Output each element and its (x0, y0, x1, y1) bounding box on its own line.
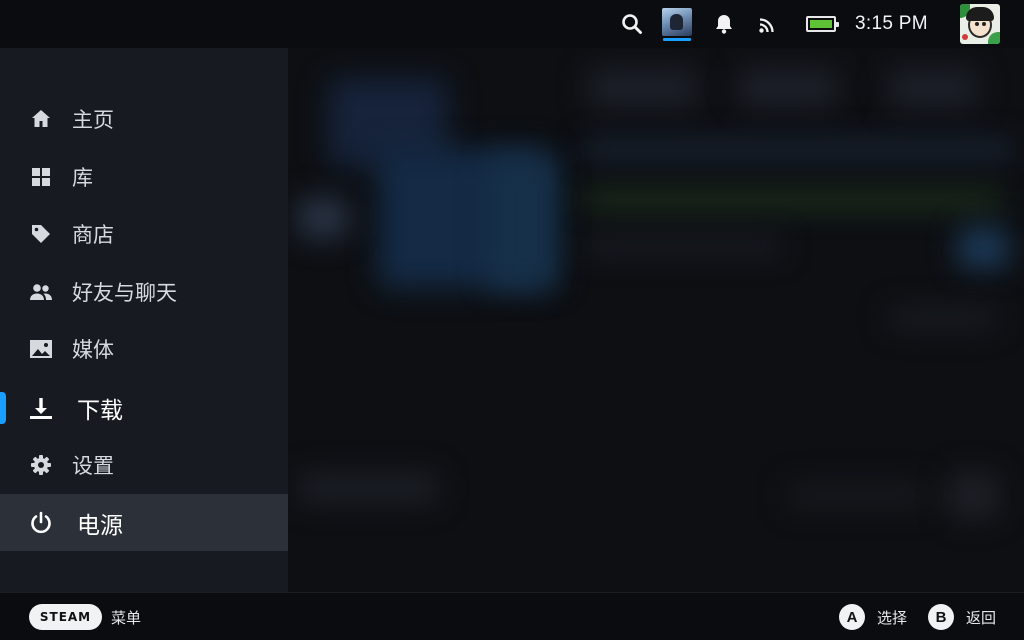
menu-item-label: 下载 (77, 398, 123, 424)
a-button-icon[interactable]: A (839, 604, 865, 630)
top-bar: 3:15 PM (0, 0, 1024, 48)
game-thumbnail-image (662, 7, 692, 36)
menu-hint-label: 菜单 (111, 609, 142, 627)
friends-icon (29, 280, 53, 304)
menu-item-label: 库 (72, 166, 93, 190)
menu-item-media[interactable]: 媒体 (0, 321, 288, 377)
download-icon (29, 396, 53, 420)
game-thumbnail[interactable] (661, 0, 693, 48)
bottom-bar: STEAM 菜单 A 选择 B 返回 (0, 592, 1024, 640)
image-icon (29, 337, 53, 361)
menu-item-label: 主页 (72, 108, 114, 132)
grid-icon (29, 165, 53, 189)
steam-button[interactable]: STEAM (29, 604, 102, 630)
menu-item-label: 好友与聊天 (72, 281, 177, 305)
back-hint-label: 返回 (966, 609, 997, 627)
battery-icon[interactable] (803, 0, 839, 48)
menu-item-store[interactable]: 商店 (0, 206, 288, 262)
bell-icon[interactable] (712, 0, 736, 48)
menu-item-label: 商店 (72, 223, 114, 247)
select-hint-label: 选择 (877, 609, 908, 627)
menu-item-settings[interactable]: 设置 (0, 437, 288, 493)
avatar[interactable] (960, 0, 1000, 48)
power-icon (29, 511, 53, 535)
gear-icon (29, 453, 53, 477)
b-button-icon[interactable]: B (928, 604, 954, 630)
main-menu: 主页 库 商店 好友与聊天 媒体 下载 设置 电源 (0, 48, 288, 592)
tag-icon (29, 222, 53, 246)
active-indicator (0, 392, 6, 424)
menu-item-label: 媒体 (72, 338, 114, 362)
menu-item-label: 设置 (72, 454, 114, 478)
clock: 3:15 PM (855, 13, 928, 34)
menu-item-label: 电源 (77, 512, 123, 539)
menu-item-power[interactable]: 电源 (0, 494, 288, 551)
blurred-background (288, 48, 1024, 592)
game-active-underline (663, 37, 691, 41)
search-icon[interactable] (619, 0, 645, 48)
menu-item-home[interactable]: 主页 (0, 91, 288, 147)
menu-item-library[interactable]: 库 (0, 149, 288, 205)
menu-item-friends[interactable]: 好友与聊天 (0, 264, 288, 320)
battery-fill (810, 20, 832, 28)
home-icon (29, 107, 53, 131)
cast-icon[interactable] (756, 0, 780, 48)
menu-item-downloads[interactable]: 下载 (0, 380, 288, 436)
battery-outline (806, 16, 839, 32)
